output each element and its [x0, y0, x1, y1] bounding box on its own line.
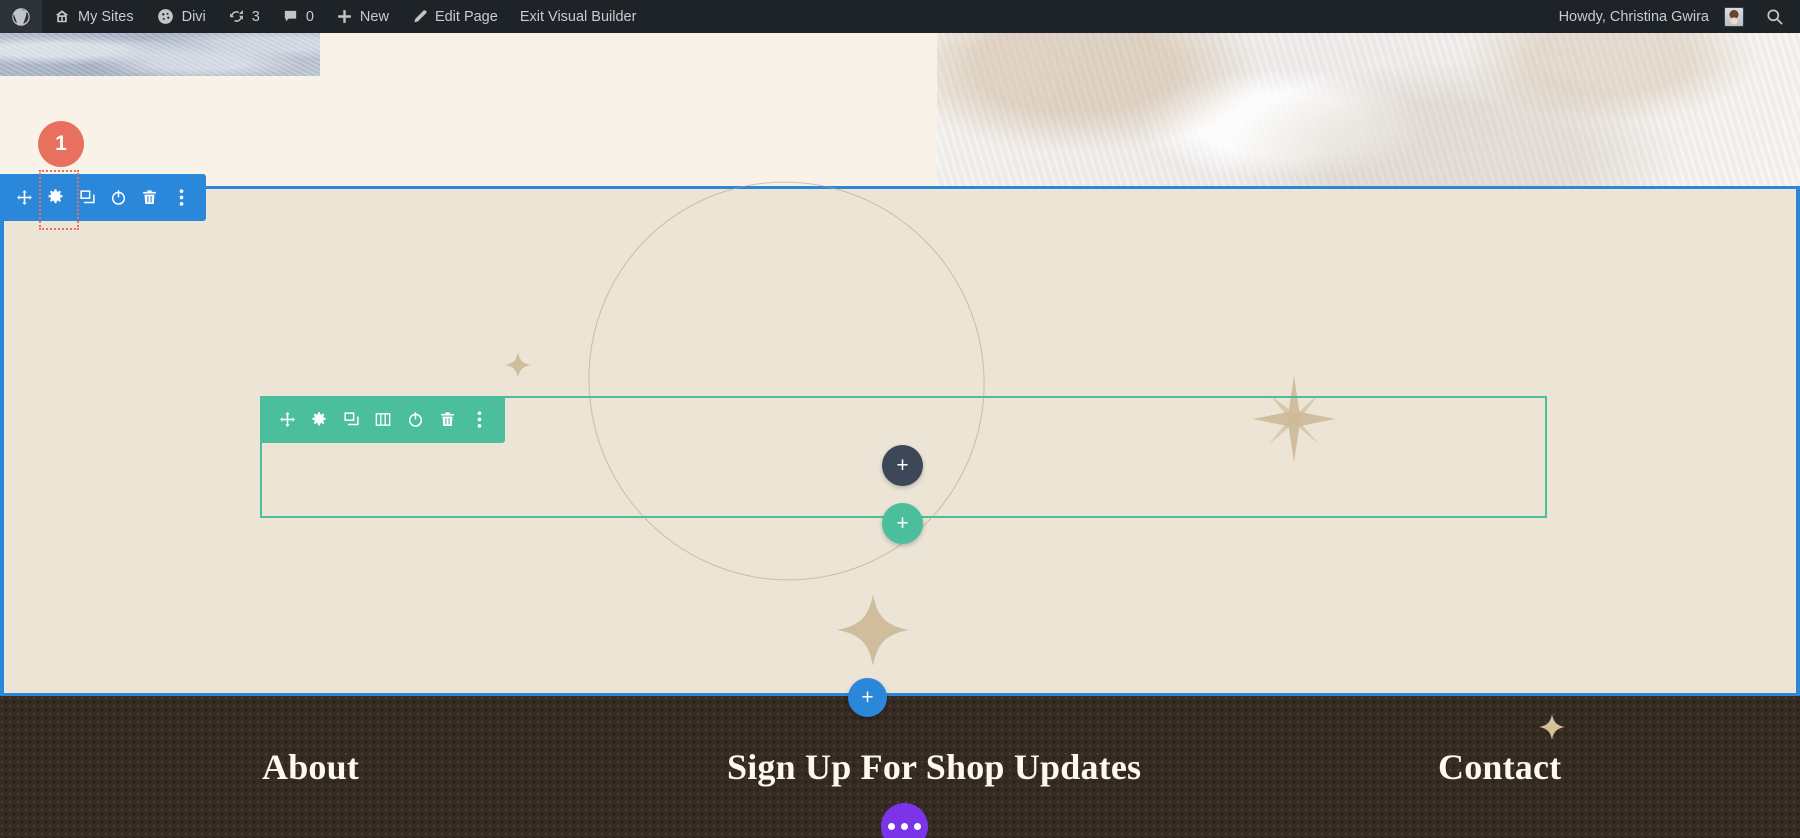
divi-menu[interactable]: Divi [145, 0, 217, 33]
add-module-plus-icon: + [896, 454, 909, 477]
add-module-button[interactable]: + [882, 445, 923, 486]
my-sites-label: My Sites [78, 8, 134, 25]
updates-menu[interactable]: 3 [217, 0, 271, 33]
hero-left-image [0, 33, 320, 76]
footer-heading-signup: Sign Up For Shop Updates [727, 747, 1142, 787]
sparkle-decoration-large [837, 594, 909, 666]
edit-page-label: Edit Page [434, 8, 498, 25]
divi-icon [156, 7, 175, 26]
add-row-button[interactable]: + [882, 503, 923, 544]
disable-row-button[interactable] [404, 406, 428, 434]
wordpress-logo-icon [11, 7, 31, 27]
move-row-button[interactable] [275, 406, 299, 434]
dot-icon [901, 823, 908, 830]
updates-icon [228, 8, 245, 25]
duplicate-row-button[interactable] [339, 406, 363, 434]
section-settings-button[interactable] [39, 169, 80, 230]
row-settings-button[interactable] [307, 406, 331, 434]
avatar [1724, 6, 1744, 27]
page-canvas: About Sign Up For Shop Updates Contact 1 [0, 33, 1800, 838]
new-label: New [359, 8, 389, 25]
add-row-plus-icon: + [896, 512, 909, 535]
search-icon [1765, 7, 1784, 26]
wordpress-logo-button[interactable] [0, 0, 42, 33]
hero-right-image [937, 33, 1800, 186]
section-number-badge: 1 [38, 121, 84, 167]
divi-label: Divi [181, 8, 206, 25]
footer-heading-about: About [262, 747, 360, 787]
comments-count: 0 [305, 8, 314, 25]
updates-count: 3 [251, 8, 260, 25]
row-toolbar[interactable] [262, 396, 505, 443]
my-sites-menu[interactable]: My Sites [42, 0, 145, 33]
disable-section-button[interactable] [108, 184, 129, 212]
add-section-button[interactable]: + [848, 678, 887, 717]
sparkle-decoration-small [505, 352, 531, 378]
comments-menu[interactable]: 0 [271, 0, 325, 33]
ellipse-decoration [516, 110, 1057, 652]
section-more-button[interactable] [171, 184, 192, 212]
new-content-menu[interactable]: New [325, 0, 400, 33]
delete-section-button[interactable] [139, 184, 160, 212]
duplicate-section-button[interactable] [77, 184, 98, 212]
dot-icon [888, 823, 895, 830]
row-columns-button[interactable] [371, 406, 395, 434]
delete-row-button[interactable] [436, 406, 460, 434]
account-menu[interactable]: Howdy, Christina Gwira [1548, 0, 1755, 33]
edit-page-link[interactable]: Edit Page [400, 0, 509, 33]
howdy-label: Howdy, Christina Gwira [1558, 8, 1709, 25]
move-section-button[interactable] [14, 184, 35, 212]
row-more-button[interactable] [468, 406, 492, 434]
wp-admin-bar: My Sites Divi 3 0 New Edit Page Exit Vis… [0, 0, 1800, 33]
plus-icon [336, 8, 353, 25]
sparkle-decoration-footer [1539, 714, 1565, 740]
comments-icon [282, 8, 299, 25]
sites-icon [53, 8, 71, 26]
dot-icon [914, 823, 921, 830]
pencil-icon [411, 8, 428, 25]
footer-heading-contact: Contact [1438, 747, 1562, 787]
exit-visual-builder-link[interactable]: Exit Visual Builder [509, 0, 648, 33]
upper-section [0, 33, 1800, 186]
site-search-button[interactable] [1755, 0, 1800, 33]
exit-visual-builder-label: Exit Visual Builder [519, 8, 637, 25]
section-toolbar[interactable] [0, 169, 206, 230]
add-section-plus-icon: + [861, 686, 874, 709]
